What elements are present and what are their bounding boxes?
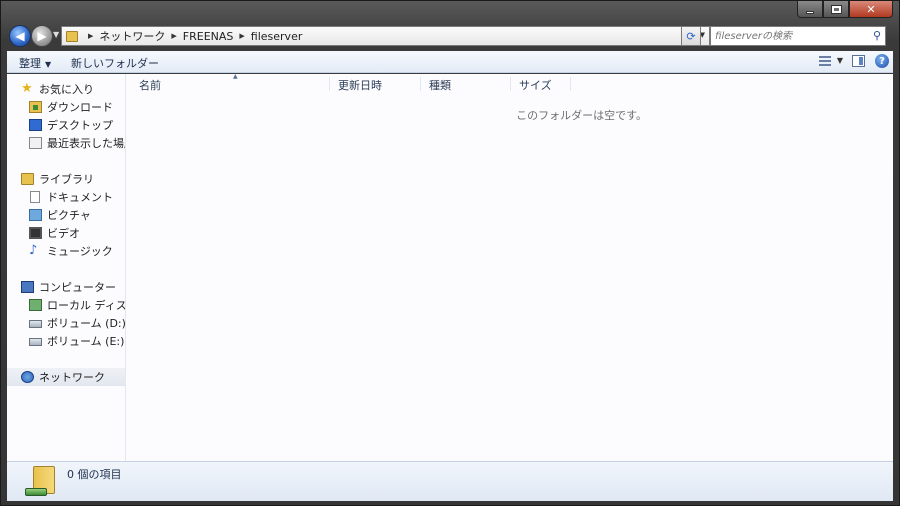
document-icon (30, 191, 40, 203)
nav-favorites-label: お気に入り (39, 83, 94, 96)
recent-pages-dropdown[interactable]: ▼ (53, 30, 59, 39)
recent-places-icon (29, 137, 42, 149)
nav-item-label: ボリューム (E:) (47, 335, 125, 348)
network-share-icon (25, 488, 47, 496)
nav-item-label: ピクチャ (47, 209, 91, 222)
nav-item-music[interactable]: ♪ ミュージック (7, 242, 125, 260)
empty-folder-message: このフォルダーは空です。 (516, 109, 647, 122)
column-header-name[interactable]: 名前 ▲ (131, 73, 330, 92)
column-name-label: 名前 (139, 79, 161, 92)
star-icon: ★ (21, 81, 33, 96)
preview-pane-icon[interactable] (852, 55, 865, 67)
organize-button[interactable]: 整理 ▼ (19, 55, 51, 71)
library-icon (21, 173, 34, 185)
nav-item-volume-d[interactable]: ボリューム (D:) (7, 314, 126, 332)
nav-item-videos[interactable]: ビデオ (7, 224, 125, 242)
help-icon[interactable]: ? (875, 54, 889, 68)
command-bar: 整理 ▼ 新しいフォルダー ▼ ? (7, 51, 893, 73)
music-icon: ♪ (29, 243, 38, 258)
nav-libraries[interactable]: ライブラリ (7, 170, 125, 188)
minimize-icon (806, 10, 814, 14)
nav-item-label: ローカル ディスク ( (47, 299, 126, 312)
breadcrumb-network[interactable]: ネットワーク (99, 28, 165, 44)
column-header-size[interactable]: サイズ (511, 77, 571, 92)
nav-item-label: デスクトップ (47, 119, 113, 132)
refresh-icon: ⟳ (686, 29, 696, 43)
view-options-chevron-icon[interactable]: ▼ (837, 56, 843, 65)
nav-item-volume-e[interactable]: ボリューム (E:) (7, 332, 125, 350)
sort-arrow-icon: ▲ (233, 73, 238, 80)
status-bar: 0 個の項目 (7, 461, 893, 501)
network-icon (21, 371, 34, 383)
change-view-icon[interactable] (819, 56, 831, 66)
search-box[interactable]: ⚲ (710, 26, 886, 46)
search-icon[interactable]: ⚲ (873, 29, 881, 42)
explorer-window: ✕ ◀ ▶ ▼ ▶ ネットワーク ▶ FREENAS ▶ fileserver … (0, 0, 900, 506)
drive-icon (29, 338, 42, 346)
nav-item-downloads[interactable]: ダウンロード (7, 98, 125, 116)
breadcrumb-freenas[interactable]: FREENAS (183, 30, 234, 43)
chevron-down-icon: ▼ (45, 60, 52, 69)
drive-icon (29, 320, 42, 328)
nav-network[interactable]: ネットワーク (7, 368, 125, 386)
caption-buttons: ✕ (797, 1, 893, 18)
refresh-button[interactable]: ⟳ (681, 26, 701, 46)
column-header-date-modified[interactable]: 更新日時 (330, 77, 421, 92)
computer-icon (21, 281, 34, 293)
item-count: 0 個の項目 (67, 468, 122, 481)
nav-item-label: ボリューム (D:) (47, 317, 126, 330)
breadcrumb-fileserver[interactable]: fileserver (251, 30, 303, 43)
new-folder-button[interactable]: 新しいフォルダー (71, 55, 159, 71)
breadcrumb-separator-icon[interactable]: ▶ (171, 32, 176, 40)
column-header-type[interactable]: 種類 (421, 77, 511, 92)
nav-item-pictures[interactable]: ピクチャ (7, 206, 125, 224)
desktop-icon (29, 119, 42, 131)
nav-computer-label: コンピューター (39, 281, 116, 294)
maximize-button[interactable] (823, 1, 849, 18)
video-icon (29, 227, 42, 239)
close-button[interactable]: ✕ (849, 1, 893, 18)
navigation-pane[interactable]: ★ お気に入り ダウンロード デスクトップ 最近表示した場所 ライブラリ (7, 74, 126, 461)
nav-item-recent-places[interactable]: 最近表示した場所 (7, 134, 125, 152)
organize-label: 整理 (19, 57, 41, 70)
nav-item-documents[interactable]: ドキュメント (7, 188, 125, 206)
nav-item-label: 最近表示した場所 (47, 137, 125, 150)
minimize-button[interactable] (797, 1, 823, 18)
forward-button[interactable]: ▶ (31, 25, 53, 47)
search-input[interactable] (715, 28, 865, 44)
address-row: ◀ ▶ ▼ ▶ ネットワーク ▶ FREENAS ▶ fileserver ▼ … (7, 24, 893, 48)
breadcrumb-separator-icon[interactable]: ▶ (88, 32, 93, 40)
nav-item-label: ダウンロード (47, 101, 113, 114)
back-button[interactable]: ◀ (9, 25, 31, 47)
nav-item-label: ビデオ (47, 227, 80, 240)
breadcrumb-separator-icon[interactable]: ▶ (239, 32, 244, 40)
maximize-icon (830, 4, 842, 14)
folder-icon (66, 30, 78, 42)
local-disk-icon (29, 299, 42, 311)
back-arrow-icon: ◀ (15, 29, 25, 43)
nav-item-local-disk[interactable]: ローカル ディスク ( (7, 296, 126, 314)
nav-item-label: ミュージック (47, 245, 113, 258)
nav-network-label: ネットワーク (39, 371, 105, 384)
nav-item-label: ドキュメント (47, 191, 113, 204)
nav-item-desktop[interactable]: デスクトップ (7, 116, 125, 134)
nav-favorites[interactable]: ★ お気に入り (7, 80, 125, 98)
pictures-icon (29, 209, 42, 221)
forward-arrow-icon: ▶ (37, 29, 47, 43)
nav-computer[interactable]: コンピューター (7, 278, 125, 296)
close-icon: ✕ (866, 2, 876, 16)
nav-libraries-label: ライブラリ (39, 173, 94, 186)
downloads-folder-icon (29, 101, 42, 113)
file-list-pane[interactable]: 名前 ▲ 更新日時 種類 サイズ このフォルダーは空です。 (127, 73, 893, 461)
address-bar[interactable]: ▶ ネットワーク ▶ FREENAS ▶ fileserver ▼ (61, 26, 710, 46)
content-area: ★ お気に入り ダウンロード デスクトップ 最近表示した場所 ライブラリ (7, 73, 893, 461)
